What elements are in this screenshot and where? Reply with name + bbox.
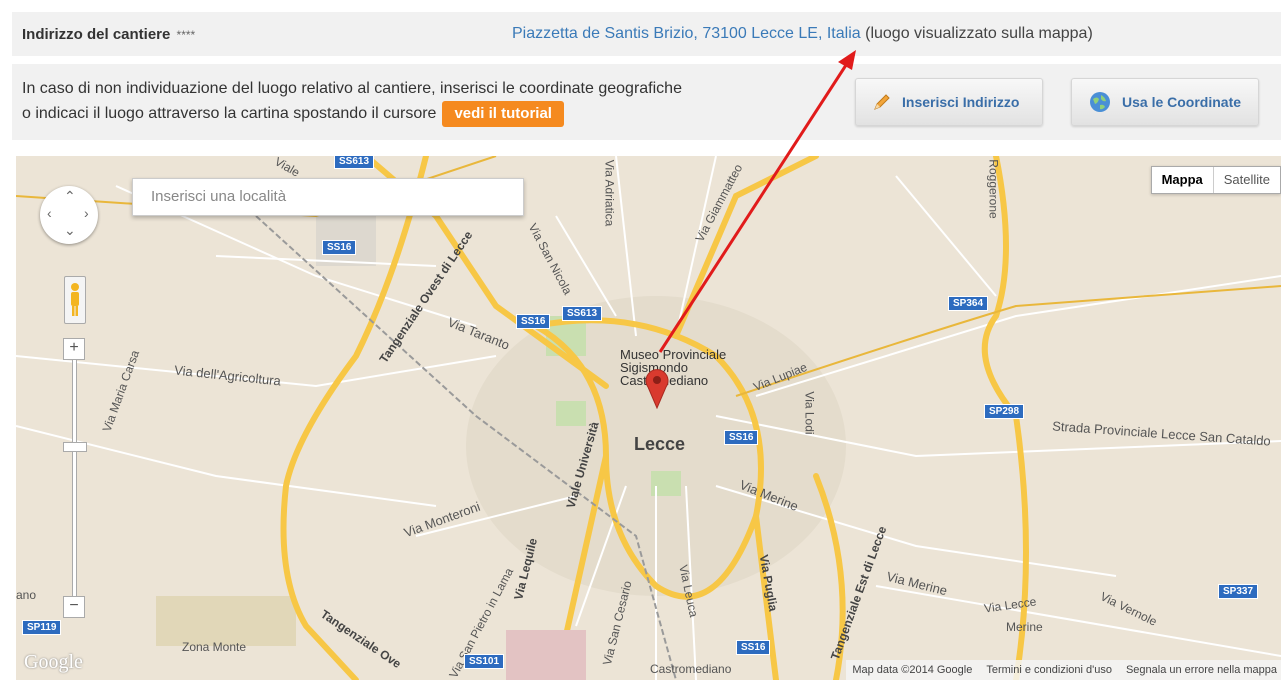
insert-address-label: Inserisci Indirizzo xyxy=(902,94,1020,110)
label-merine: Merine xyxy=(1006,620,1043,634)
zoom-out-button[interactable]: − xyxy=(63,596,85,618)
badge-sp119: SP119 xyxy=(22,620,62,635)
badge-sp337: SP337 xyxy=(1218,584,1259,599)
badge-ss613-top: SS613 xyxy=(334,156,375,169)
badge-ss16-mid: SS16 xyxy=(516,314,551,329)
attrib-report-link[interactable]: Segnala un errore nella mappa xyxy=(1126,664,1277,676)
map-marker-icon[interactable] xyxy=(644,367,670,409)
map-type-control: Mappa Satellite xyxy=(1150,166,1281,194)
city-label: Lecce xyxy=(634,434,686,454)
badge-ss16-bottom: SS16 xyxy=(736,640,771,655)
address-value: Piazzetta de Santis Brizio, 73100 Lecce … xyxy=(512,25,1093,43)
pencil-icon xyxy=(874,94,890,110)
badge-ss101: SS101 xyxy=(464,654,505,669)
attrib-data: Map data ©2014 Google xyxy=(852,664,973,676)
badge-ss16-left: SS16 xyxy=(322,240,357,255)
label-via-adriatica: Via Adriatica xyxy=(602,159,617,227)
use-coordinates-button[interactable]: Usa le Coordinate xyxy=(1071,78,1259,126)
pan-left-icon[interactable]: ‹ xyxy=(47,205,52,221)
globe-icon xyxy=(1090,92,1110,112)
pan-down-icon[interactable]: ⌄ xyxy=(64,222,76,239)
pan-right-icon[interactable]: › xyxy=(84,205,89,221)
label-roggerone: Roggerone xyxy=(986,159,1001,219)
zoom-in-button[interactable]: + xyxy=(63,338,85,360)
zoom-slider-track[interactable] xyxy=(72,356,77,616)
badge-ss613-mid: SS613 xyxy=(562,306,603,321)
address-note: (luogo visualizzato sulla mappa) xyxy=(865,25,1093,42)
zoom-slider-thumb[interactable] xyxy=(63,442,87,452)
pan-up-icon[interactable]: ⌃ xyxy=(64,188,76,205)
badge-sp298: SP298 xyxy=(984,404,1025,419)
museum-line-3: Castromediano xyxy=(620,374,726,387)
address-label: Indirizzo del cantiere **** xyxy=(22,26,195,43)
pan-control[interactable]: ⌃ ‹ › ⌄ xyxy=(40,186,98,244)
map-attribution: Map data ©2014 Google Termini e condizio… xyxy=(846,660,1281,680)
label-zona-monte: Zona Monte xyxy=(182,640,247,654)
pegman-figure-icon xyxy=(71,283,79,316)
maptype-map-button[interactable]: Mappa xyxy=(1152,167,1214,193)
maptype-satellite-button[interactable]: Satellite xyxy=(1214,167,1280,193)
info-line-2: o indicaci il luogo attraverso la cartin… xyxy=(22,101,842,127)
street-view-pegman-icon[interactable] xyxy=(64,276,86,324)
info-line-2-text: o indicaci il luogo attraverso la cartin… xyxy=(22,105,437,122)
address-label-text: Indirizzo del cantiere xyxy=(22,25,171,43)
label-ano: ano xyxy=(16,588,37,602)
info-row: In caso di non individuazione del luogo … xyxy=(12,64,1281,140)
location-search-input[interactable]: Inserisci una località xyxy=(132,178,524,216)
info-text: In caso di non individuazione del luogo … xyxy=(22,76,842,127)
required-marker: **** xyxy=(176,27,196,42)
google-logo: Google xyxy=(24,651,83,673)
info-line-1: In caso di non individuazione del luogo … xyxy=(22,80,682,97)
label-via-lodi: Via Lodi xyxy=(802,391,817,435)
use-coordinates-label: Usa le Coordinate xyxy=(1122,94,1242,110)
label-castromediano: Castromediano xyxy=(650,662,732,676)
map-base xyxy=(16,156,1281,680)
map[interactable]: Viale Via Adriatica Via Giammatteo Rogge… xyxy=(16,156,1281,680)
address-link[interactable]: Piazzetta de Santis Brizio, 73100 Lecce … xyxy=(512,25,861,42)
badge-ss16-center: SS16 xyxy=(724,430,759,445)
insert-address-button[interactable]: Inserisci Indirizzo xyxy=(855,78,1043,126)
tutorial-button[interactable]: vedi il tutorial xyxy=(442,101,564,127)
museum-label: Museo Provinciale Sigismondo Castromedia… xyxy=(620,348,726,387)
attrib-terms-link[interactable]: Termini e condizioni d'uso xyxy=(986,664,1112,676)
address-row: Indirizzo del cantiere **** Piazzetta de… xyxy=(12,12,1281,56)
badge-sp364: SP364 xyxy=(948,296,989,311)
